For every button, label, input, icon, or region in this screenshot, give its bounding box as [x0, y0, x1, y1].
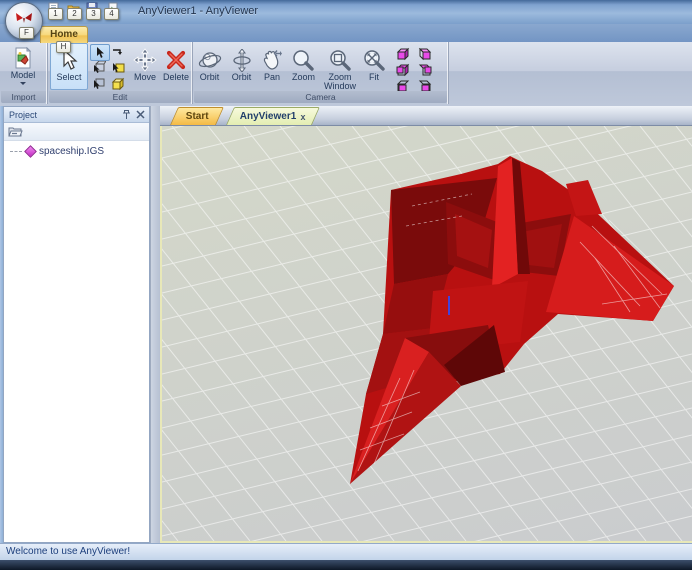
ribbon-group-camera: Orbit Orbit Pan: [193, 42, 449, 104]
collapse-folder-icon[interactable]: [8, 125, 23, 137]
view-cube-right-icon: [417, 63, 432, 77]
model-import-icon: [13, 45, 33, 71]
fit-magnifier-icon: [363, 47, 386, 73]
orbit-axis-icon: [231, 47, 253, 73]
app-logo-icon: [14, 11, 34, 25]
tab-start-label: Start: [185, 111, 208, 122]
window-title: AnyViewer1 - AnyViewer: [138, 5, 258, 17]
select-button-label: Select: [56, 73, 81, 82]
fit-button-label: Fit: [369, 73, 379, 82]
select-pointer-mode-button[interactable]: [90, 44, 110, 61]
pointer-icon: [95, 47, 106, 59]
zoom-magnifier-icon: [292, 47, 315, 73]
view-cube-front-icon: [396, 47, 411, 61]
view-back-button[interactable]: [414, 46, 434, 61]
move-button-label: Move: [134, 73, 156, 82]
ribbon: Model Import Select: [0, 42, 692, 107]
orbit-sphere-icon: [197, 47, 223, 73]
project-panel-header: Project: [4, 107, 149, 123]
qat-keytip-1: 1: [48, 8, 63, 20]
tab-anyviewer1-label: AnyViewer1: [240, 111, 297, 122]
tab-anyviewer1[interactable]: AnyViewer1 x: [226, 107, 320, 125]
qat-keytip-2: 2: [67, 8, 82, 20]
delete-button-label: Delete: [163, 73, 189, 82]
status-bar: Welcome to use AnyViewer!: [0, 543, 692, 560]
project-tree: spaceship.IGS: [4, 140, 149, 157]
select-solidbox-mode-button[interactable]: [109, 60, 127, 75]
tree-branch-line: [10, 151, 22, 152]
3d-scene: [162, 126, 692, 541]
project-panel-title: Project: [9, 110, 37, 120]
tree-item-spaceship[interactable]: spaceship.IGS: [4, 140, 149, 157]
model-gem-icon: [24, 145, 37, 158]
pin-icon[interactable]: [122, 110, 131, 120]
model-dropdown-caret-icon: [20, 82, 26, 85]
cursor-yellow-box-icon: [111, 61, 125, 74]
select-volume-mode-button[interactable]: [109, 76, 127, 91]
select-flick-mode-button[interactable]: [109, 44, 127, 59]
panel-splitter[interactable]: [150, 106, 160, 543]
cursor-wire-box2-icon: [92, 77, 106, 90]
project-panel-toolbar: [4, 123, 149, 141]
flick-line-icon: [112, 47, 124, 57]
tab-start[interactable]: Start: [170, 107, 224, 125]
model-button[interactable]: Model: [0, 42, 46, 85]
home-tab-keytip: H: [56, 41, 71, 53]
zoom-window-icon: [329, 47, 352, 73]
select-wirebox2-mode-button[interactable]: [90, 76, 108, 91]
view-right-button[interactable]: [414, 62, 434, 77]
status-message: Welcome to use AnyViewer!: [6, 546, 130, 557]
view-cube-back-icon: [417, 47, 432, 61]
ribbon-tab-row: [0, 24, 692, 42]
ribbon-group-import: Model Import: [0, 42, 48, 104]
viewport-canvas[interactable]: [160, 126, 692, 543]
move-arrows-icon: [133, 47, 157, 73]
zoom-window-button-label: Zoom Window: [321, 73, 359, 91]
tab-close-icon[interactable]: x: [301, 112, 306, 122]
panel-close-icon[interactable]: [136, 110, 145, 119]
spaceship-model: [350, 156, 674, 484]
pan-button-label: Pan: [264, 73, 280, 82]
orbit-axis-button-label: Orbit: [232, 73, 252, 82]
camera-group-label: Camera: [194, 91, 447, 103]
zoom-button-label: Zoom: [292, 73, 315, 82]
edit-group-label: Edit: [49, 91, 191, 103]
orbit-button-label: Orbit: [200, 73, 220, 82]
pan-hand-icon: [260, 47, 284, 73]
view-cube-left-icon: [396, 63, 411, 77]
project-panel: Project spaceship.IGS: [3, 106, 150, 543]
window-bottom-edge: [0, 560, 692, 570]
select-wirebox-mode-button[interactable]: [90, 60, 108, 75]
qat-keytip-4: 4: [104, 8, 119, 20]
tree-item-label: spaceship.IGS: [39, 146, 104, 157]
cursor-wire-box-icon: [92, 61, 106, 74]
document-tab-strip: Start AnyViewer1 x: [160, 106, 692, 126]
import-group-label: Import: [1, 91, 46, 103]
view-front-button[interactable]: [393, 46, 413, 61]
qat-keytip-3: 3: [86, 8, 101, 20]
view-left-button[interactable]: [393, 62, 413, 77]
model-button-label: Model: [11, 71, 36, 80]
yellow-cube-icon: [111, 77, 126, 91]
orb-keytip: F: [19, 27, 34, 39]
delete-x-icon: [165, 47, 187, 73]
